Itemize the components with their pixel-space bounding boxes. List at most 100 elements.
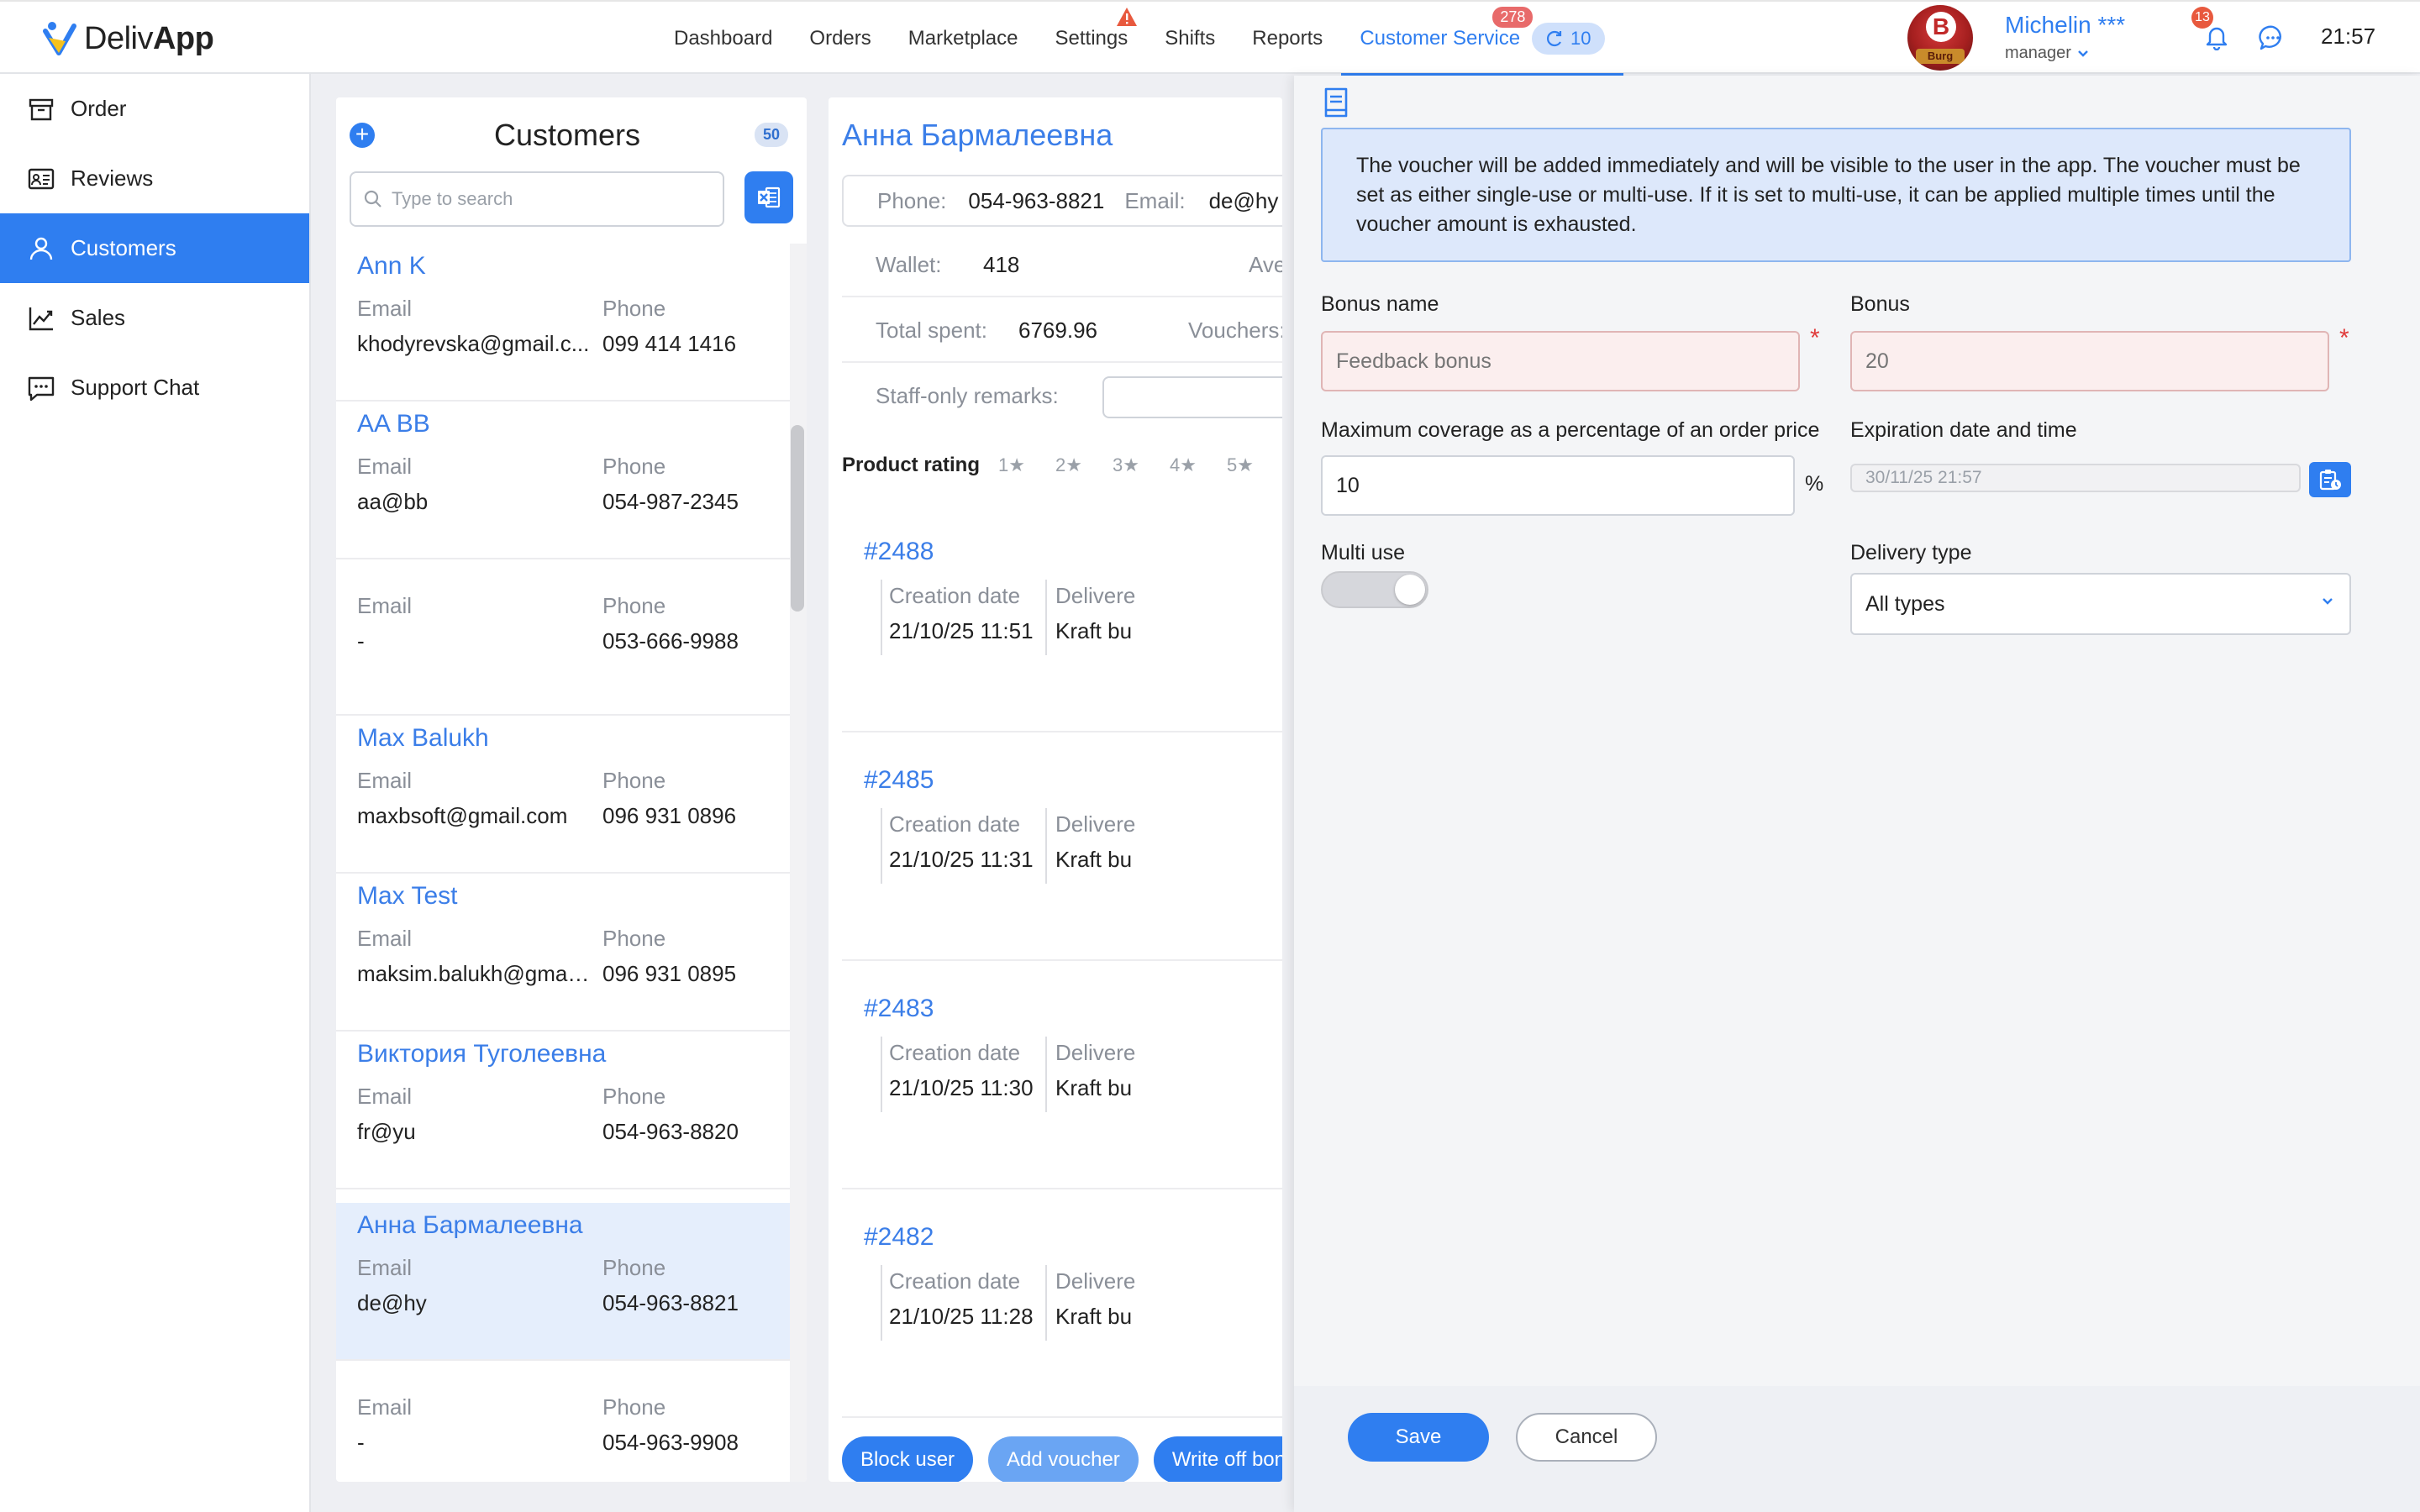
order-card[interactable]: #2485 Creation date 21/10/25 11:31 Deliv… [842,732,1282,961]
rating-filter-1[interactable]: 1★ [998,454,1025,476]
sidebar-item-sales[interactable]: Sales [0,283,309,353]
nav-settings[interactable]: Settings [1037,2,1147,76]
nav-reports[interactable]: Reports [1234,2,1341,76]
divider [881,808,882,884]
detail-email: de@hy [1208,187,1279,213]
customer-name: Ann K [357,252,426,280]
email-label: Email [357,454,413,479]
delivery-type-select[interactable]: All types [1850,573,2351,635]
creation-date: 21/10/25 11:51 [889,618,1034,643]
order-id[interactable]: #2483 [864,995,934,1023]
customer-row[interactable]: Email Phone - 053-666-9988 [336,559,790,716]
customer-phone: 054-963-9908 [602,1430,739,1455]
user-role-dropdown[interactable]: manager [2005,44,2090,63]
cancel-button[interactable]: Cancel [1516,1413,1657,1462]
multi-use-toggle[interactable] [1321,571,1428,608]
order-id[interactable]: #2485 [864,766,934,795]
customer-email: de@hy [357,1290,427,1315]
order-card[interactable]: #2482 Creation date 21/10/25 11:28 Deliv… [842,1189,1282,1418]
rating-filter-5[interactable]: 5★ [1227,454,1254,476]
chevron-down-icon [2323,598,2333,605]
customer-service-pill[interactable]: 10 [1532,23,1605,55]
bonus-amount-input[interactable] [1850,331,2329,391]
drawer-footer: Save Cancel [1294,1386,2420,1512]
delivered-value: Kraft bu [1055,847,1133,872]
order-id[interactable]: #2482 [864,1223,934,1252]
save-button[interactable]: Save [1348,1413,1489,1462]
customer-search-input[interactable] [392,188,711,210]
divider [1045,580,1047,655]
divider [881,580,882,655]
customers-title: Customers [493,118,641,152]
nav-orders[interactable]: Orders [791,2,889,76]
bonus-name-label: Bonus name [1321,292,1439,316]
bonus-name-input[interactable] [1321,331,1800,391]
search-icon [364,190,381,207]
nav-dashboard[interactable]: Dashboard [655,2,791,76]
sidebar-item-reviews[interactable]: Reviews [0,144,309,213]
creation-date-label: Creation date [889,811,1021,837]
email-label: Email [357,296,413,321]
divider [1045,808,1047,884]
customer-row-selected[interactable]: Анна Бармалеевна Email Phone de@hy 054-9… [336,1203,790,1361]
block-user-button[interactable]: Block user [842,1436,974,1482]
phone-label: Phone [602,768,666,793]
order-card[interactable]: #2483 Creation date 21/10/25 11:30 Deliv… [842,961,1282,1189]
customer-row[interactable]: Email Phone - 054-963-9908 [336,1361,790,1482]
calendar-button[interactable] [2309,462,2351,497]
expiration-date-input[interactable] [1850,464,2301,492]
notification-badge: 13 [2191,7,2213,29]
user-name[interactable]: Michelin *** [2005,12,2125,39]
customer-service-pill-count: 10 [1570,28,1591,49]
chat-bubble-icon[interactable] [2259,24,2287,52]
creation-date: 21/10/25 11:28 [889,1304,1034,1329]
customer-row[interactable]: Max Balukh Email Phone maxbsoft@gmail.co… [336,716,790,874]
customer-row[interactable]: Виктория Туголеевна Email Phone fr@yu 05… [336,1032,790,1189]
sidebar-item-support-chat[interactable]: Support Chat [0,353,309,423]
customers-count-badge: 50 [755,123,789,147]
add-voucher-button[interactable]: Add voucher [988,1436,1139,1482]
phone-label: Phone [602,1394,666,1420]
delivered-label: Delivere [1055,583,1136,608]
logo[interactable]: DelivApp [40,18,214,59]
email-label: Email [357,926,413,951]
avatar[interactable]: B Burg [1907,5,1973,71]
sidebar-item-label: Support Chat [71,375,200,400]
order-card[interactable]: #2488 Creation date 21/10/25 11:51 Deliv… [842,504,1282,732]
customer-list-scroll-thumb[interactable] [791,425,804,612]
order-id[interactable]: #2488 [864,538,934,566]
total-spent-label: Total spent: [876,318,987,343]
user-role: manager [2005,44,2071,62]
nav-marketplace[interactable]: Marketplace [890,2,1037,76]
write-off-bonus-button[interactable]: Write off bonus [1153,1436,1282,1482]
delivered-value: Kraft bu [1055,1075,1133,1100]
nav-customer-service[interactable]: Customer Service 278 10 [1341,2,1623,77]
wallet-value: 418 [983,252,1020,277]
rating-filter-4[interactable]: 4★ [1170,454,1197,476]
nav-shifts[interactable]: Shifts [1146,2,1234,76]
delivered-value: Kraft bu [1055,1304,1133,1329]
export-excel-button[interactable] [744,171,793,223]
detail-email-label: Email: [1124,187,1186,213]
customer-detail-panel: Анна Бармалеевна Phone: 054-963-8821 Ema… [829,97,1282,1482]
customer-row[interactable]: Ann K Email Phone khodyrevska@gmail.c...… [336,244,790,402]
phone-label: Phone [602,926,666,951]
customer-name: Виктория Туголеевна [357,1040,607,1068]
toggle-knob [1395,575,1425,605]
customer-row[interactable]: AA BB Email Phone aa@bb 054-987-2345 [336,402,790,559]
logo-icon [43,22,76,55]
detail-customer-name: Анна Бармалеевна [842,118,1113,152]
creation-date: 21/10/25 11:31 [889,847,1034,872]
creation-date: 21/10/25 11:30 [889,1075,1034,1100]
remarks-input[interactable] [1102,376,1282,418]
customer-row[interactable]: Max Test Email Phone maksim.balukh@gmail… [336,874,790,1032]
rating-filter-2[interactable]: 2★ [1055,454,1082,476]
sidebar-item-order[interactable]: Order [0,74,309,144]
coverage-percent-input[interactable] [1321,455,1795,516]
rating-filter-3[interactable]: 3★ [1113,454,1139,476]
bell-icon[interactable] [2203,24,2230,50]
sidebar-item-customers[interactable]: Customers [0,213,309,283]
product-rating-title: Product rating [842,454,981,476]
divider [1045,1037,1047,1112]
delivered-label: Delivere [1055,811,1136,837]
